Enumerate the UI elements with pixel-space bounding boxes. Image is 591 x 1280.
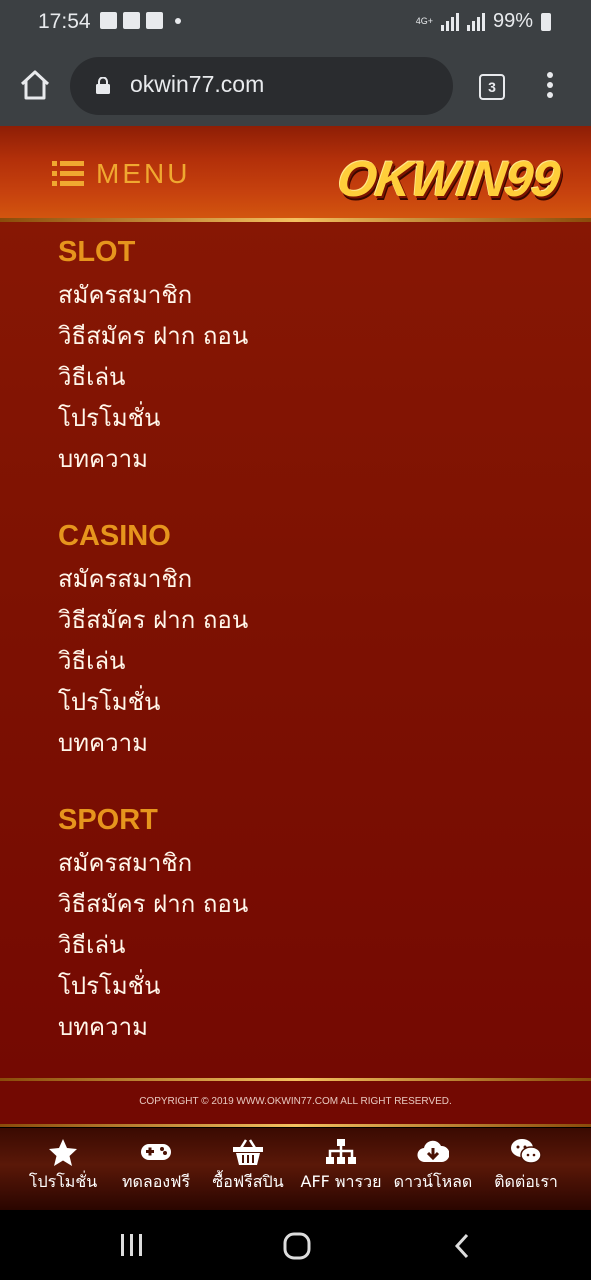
status-time: 17:54 (38, 10, 91, 33)
signal-icon-2 (466, 12, 485, 31)
nav-label: ดาวน์โหลด (393, 1172, 473, 1191)
recent-apps-icon[interactable] (118, 1232, 146, 1258)
link-how-to-register[interactable]: วิธีสมัคร ฝาก ถอน (58, 884, 248, 925)
gamepad-icon (141, 1144, 171, 1160)
battery-icon (541, 12, 551, 31)
address-bar[interactable]: okwin77.com (70, 57, 453, 115)
chat-icon (511, 1139, 542, 1164)
section-sport: SPORT สมัครสมาชิก วิธีสมัคร ฝาก ถอน วิธี… (58, 804, 248, 1048)
list-icon (52, 161, 84, 187)
link-register[interactable]: สมัครสมาชิก (58, 559, 248, 600)
nav-label: ทดลองฟรี (121, 1172, 191, 1191)
footer: COPYRIGHT © 2019 WWW.OKWIN77.COM ALL RIG… (0, 1078, 591, 1127)
link-articles[interactable]: บทความ (58, 723, 248, 764)
gallery-icon (100, 12, 117, 29)
system-nav-bar (0, 1210, 591, 1280)
star-icon (49, 1139, 77, 1166)
nav-contact[interactable]: ติดต่อเรา (478, 1138, 574, 1195)
section-casino: CASINO สมัครสมาชิก วิธีสมัคร ฝาก ถอน วิธ… (58, 520, 248, 764)
link-how-to-register[interactable]: วิธีสมัคร ฝาก ถอน (58, 600, 248, 641)
tab-switcher-button[interactable]: 3 (479, 74, 505, 100)
more-notifications-icon (175, 17, 181, 24)
nav-label: AFF พารวย (300, 1172, 382, 1191)
nav-label: โปรโมชั่น (28, 1172, 98, 1191)
sitemap-icon (326, 1139, 356, 1164)
signal-icon (440, 12, 459, 31)
cloud-download-icon (417, 1140, 449, 1163)
basket-icon (233, 1139, 263, 1165)
nav-buy-free-spin[interactable]: ซื้อฟรีสปิน (200, 1138, 296, 1195)
seven-eleven-icon (123, 12, 140, 29)
nav-affiliate[interactable]: AFF พารวย (293, 1138, 389, 1195)
section-title: SPORT (58, 804, 158, 836)
site-header: MENU OKWIN99 (0, 126, 591, 222)
battery-percent: 99% (492, 10, 533, 32)
nav-label: ซื้อฟรีสปิน (212, 1172, 284, 1191)
footer-divider-bottom (0, 1124, 591, 1127)
more-options-icon[interactable] (545, 72, 555, 102)
footer-divider (0, 1078, 591, 1081)
lock-icon (96, 77, 110, 94)
section-slot: SLOT สมัครสมาชิก วิธีสมัคร ฝาก ถอน วิธีเ… (58, 236, 248, 480)
browser-toolbar: okwin77.com 3 (0, 46, 591, 126)
url-text[interactable]: okwin77.com (130, 71, 264, 98)
link-how-to-play[interactable]: วิธีเล่น (58, 925, 248, 966)
home-nav-icon[interactable] (282, 1232, 312, 1260)
menu-label: MENU (96, 158, 191, 189)
link-articles[interactable]: บทความ (58, 1007, 248, 1048)
link-articles[interactable]: บทความ (58, 439, 248, 480)
status-bar: 17:54 4G+ 99% (0, 0, 591, 46)
network-type: 4G+ (415, 16, 433, 26)
copyright-text: COPYRIGHT © 2019 WWW.OKWIN77.COM ALL RIG… (139, 1096, 452, 1107)
home-icon[interactable] (18, 68, 52, 102)
link-promotions[interactable]: โปรโมชั่น (58, 398, 248, 439)
section-title: SLOT (58, 236, 136, 268)
link-register[interactable]: สมัครสมาชิก (58, 843, 248, 884)
section-title: CASINO (58, 520, 171, 552)
site-logo[interactable]: OKWIN99 (334, 150, 563, 208)
link-promotions[interactable]: โปรโมชั่น (58, 966, 248, 1007)
link-how-to-play[interactable]: วิธีเล่น (58, 641, 248, 682)
link-how-to-register[interactable]: วิธีสมัคร ฝาก ถอน (58, 316, 248, 357)
nav-promotions[interactable]: โปรโมชั่น (15, 1138, 111, 1195)
nav-label: ติดต่อเรา (494, 1172, 558, 1191)
link-register[interactable]: สมัครสมาชิก (58, 275, 248, 316)
nav-download[interactable]: ดาวน์โหลด (385, 1138, 481, 1195)
menu-content: SLOT สมัครสมาชิก วิธีสมัคร ฝาก ถอน วิธีเ… (0, 222, 591, 1078)
notification-icons (100, 12, 181, 29)
link-how-to-play[interactable]: วิธีเล่น (58, 357, 248, 398)
menu-button[interactable]: MENU (52, 158, 190, 190)
app-notification-icon (146, 12, 163, 29)
back-icon[interactable] (452, 1232, 472, 1260)
bottom-nav: โปรโมชั่น ทดลองฟรี ซื้อฟรีสปิน AFF พารวย (0, 1128, 591, 1210)
nav-free-trial[interactable]: ทดลองฟรี (108, 1138, 204, 1195)
link-promotions[interactable]: โปรโมชั่น (58, 682, 248, 723)
